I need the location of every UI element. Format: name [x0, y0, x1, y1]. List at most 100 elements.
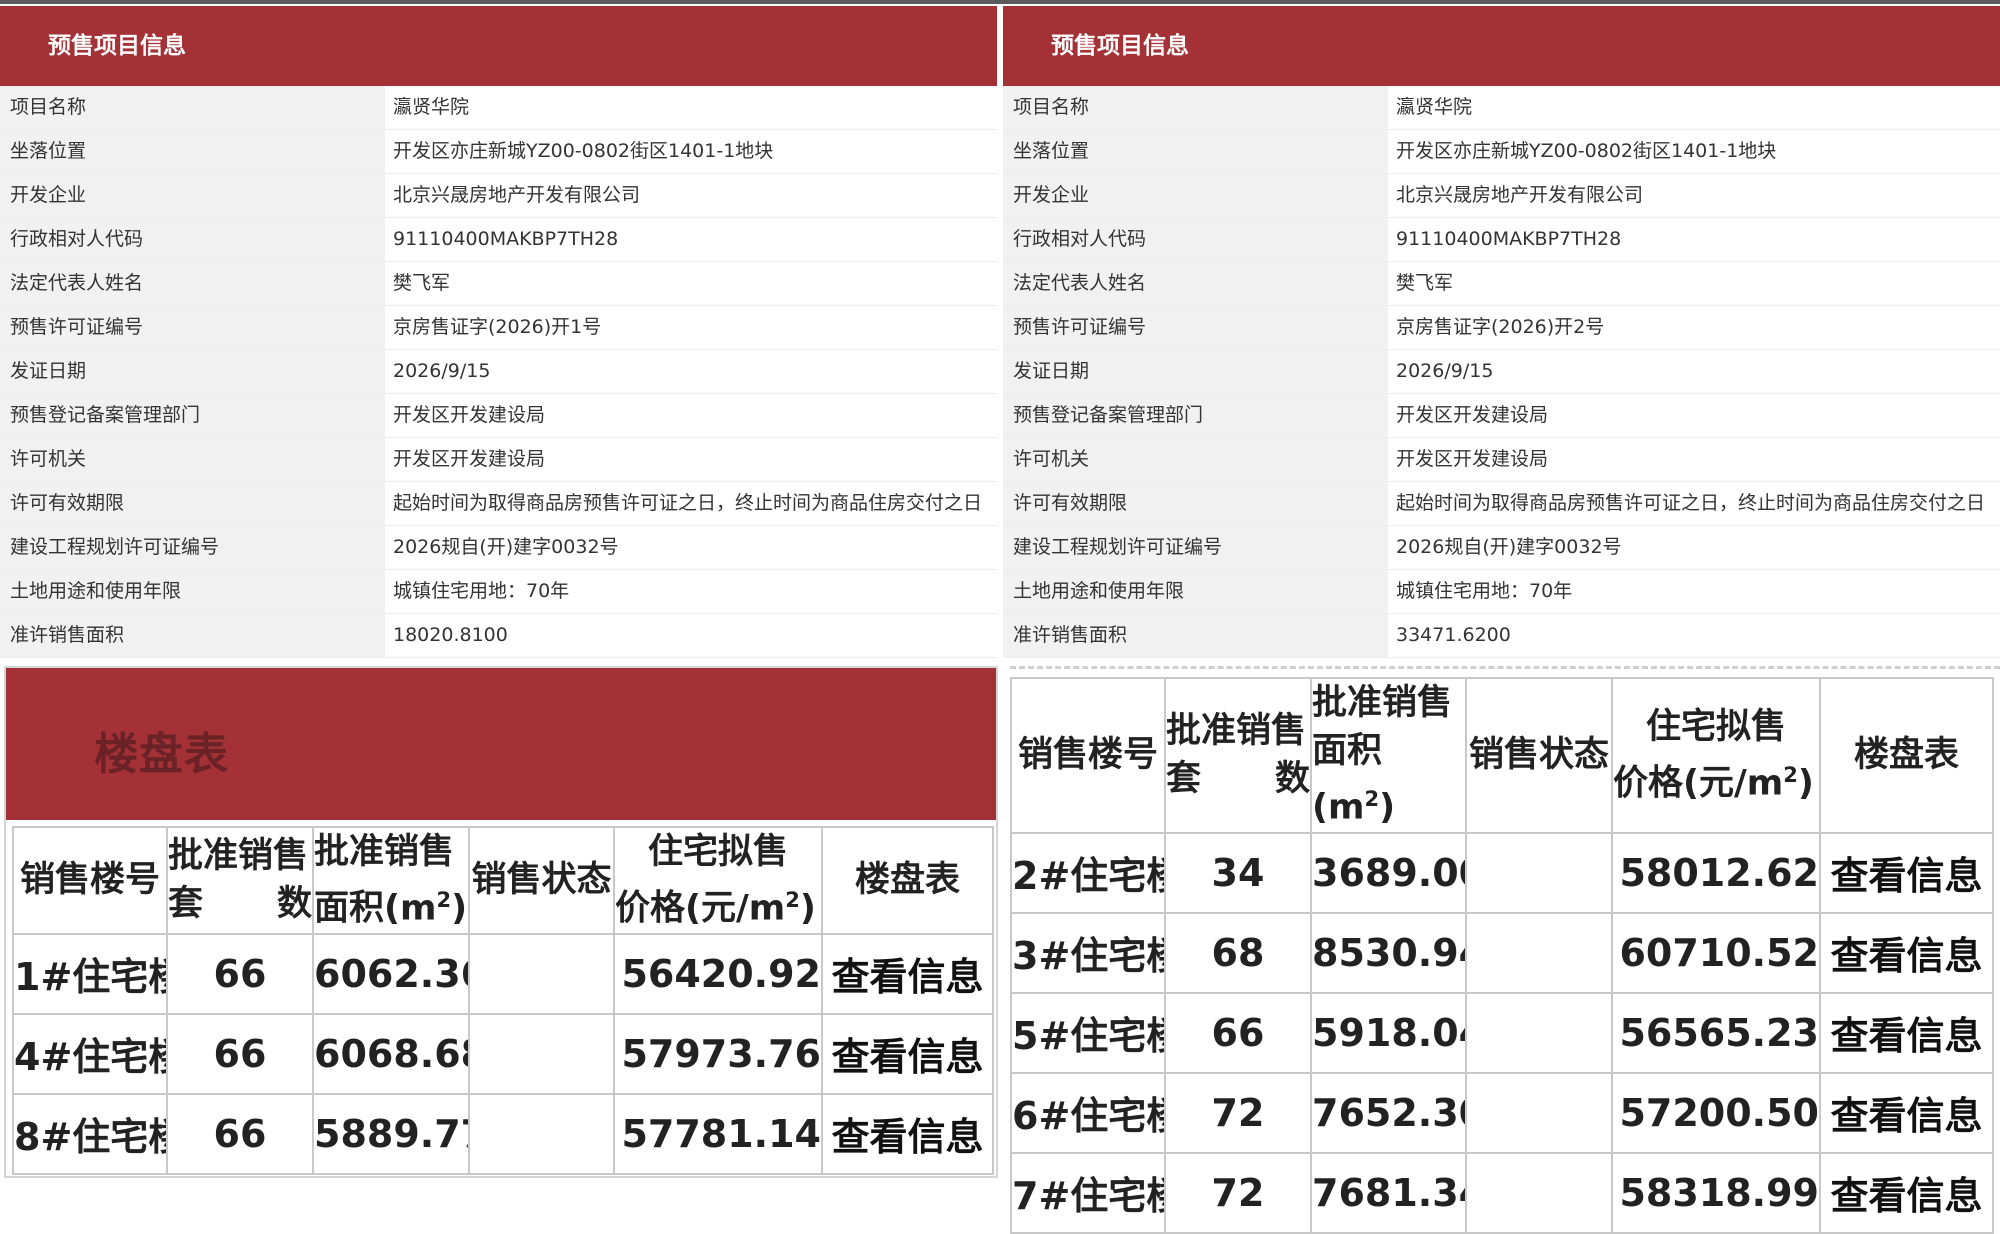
header-units-line2-right: 数: [1274, 759, 1310, 800]
info-row: 建设工程规划许可证编号 2026规自(开)建字0032号: [0, 526, 997, 570]
info-label: 坐落位置: [0, 130, 385, 173]
info-value: 开发区开发建设局: [385, 394, 997, 437]
header-price-line2: 价格(元/m2): [1614, 751, 1818, 808]
header-price-line1: 住宅拟售: [1645, 707, 1786, 747]
header-units-line2: 套数: [168, 880, 311, 928]
view-info-link[interactable]: 查看信息: [821, 932, 994, 1015]
info-row: 许可机关 开发区开发建设局: [1003, 438, 2000, 482]
header-approved-units: 批准销售套数: [166, 826, 314, 935]
info-value: 起始时间为取得商品房预售许可证之日，终止时间为商品住房交付之日: [385, 482, 997, 525]
info-label: 开发企业: [0, 174, 385, 217]
cell-building: 6#住宅楼: [1010, 1071, 1166, 1154]
table-header-row: 销售楼号 批准销售套数批准销售 面积(m2) 销售状态 住宅拟售 价格(元/m2) 楼盘表: [1010, 677, 1994, 834]
info-value: 91110400MAKBP7TH28: [1388, 218, 2000, 261]
info-value: 开发区亦庄新城YZ00-0802街区1401-1地块: [385, 130, 997, 173]
cell-units: 66: [166, 1092, 314, 1175]
info-value: 北京兴晟房地产开发有限公司: [1388, 174, 2000, 217]
table-row: 6#住宅楼727652.30 57200.50查看信息: [1010, 1071, 1994, 1154]
info-value: 樊飞军: [1388, 262, 2000, 305]
header-building-table: 楼盘表: [1819, 677, 1994, 834]
info-row: 预售许可证编号 京房售证字(2026)开1号: [0, 306, 997, 350]
view-info-link[interactable]: 查看信息: [821, 1092, 994, 1175]
info-row: 许可有效期限 起始时间为取得商品房预售许可证之日，终止时间为商品住房交付之日: [0, 482, 997, 526]
info-label: 土地用途和使用年限: [1003, 570, 1388, 613]
cell-area: 5918.04: [1310, 991, 1467, 1074]
sales-banner-title: 楼盘表: [94, 729, 229, 780]
info-value: 瀛贤华院: [385, 86, 997, 129]
cell-price: 60710.52: [1611, 911, 1821, 994]
info-label: 许可有效期限: [1003, 482, 1388, 525]
info-label: 许可机关: [0, 438, 385, 481]
table-row: 2#住宅楼343689.00 58012.62查看信息: [1010, 831, 1994, 914]
info-row: 项目名称 瀛贤华院: [1003, 86, 2000, 130]
view-info-link[interactable]: 查看信息: [1819, 831, 1994, 914]
info-row: 开发企业 北京兴晟房地产开发有限公司: [0, 174, 997, 218]
info-row: 土地用途和使用年限 城镇住宅用地：70年: [1003, 570, 2000, 614]
view-info-link[interactable]: 查看信息: [1819, 911, 1994, 994]
info-label: 开发企业: [1003, 174, 1388, 217]
info-value: 京房售证字(2026)开2号: [1388, 306, 2000, 349]
cell-status: [1465, 911, 1613, 994]
info-row: 行政相对人代码 91110400MAKBP7TH28: [1003, 218, 2000, 262]
info-row: 发证日期 2026/9/15: [0, 350, 997, 394]
header-price-line2: 价格(元/m2): [616, 876, 820, 932]
cell-price: 57973.76: [613, 1012, 823, 1095]
header-area-sup: 2: [436, 888, 452, 912]
sales-banner: 楼盘表: [6, 668, 996, 820]
table-row: 3#住宅楼688530.94 60710.52查看信息: [1010, 911, 1994, 994]
cell-price: 56420.92: [613, 932, 823, 1015]
info-row: 许可机关 开发区开发建设局: [0, 438, 997, 482]
info-label: 预售许可证编号: [0, 306, 385, 349]
header-price-sup: 2: [785, 888, 800, 912]
info-value: 开发区开发建设局: [1388, 394, 2000, 437]
header-building-table: 楼盘表: [821, 826, 994, 935]
info-label: 发证日期: [0, 350, 385, 393]
cell-units: 66: [166, 932, 314, 1015]
info-row: 预售登记备案管理部门 开发区开发建设局: [0, 394, 997, 438]
info-value: 91110400MAKBP7TH28: [385, 218, 997, 261]
cell-status: [468, 1092, 615, 1175]
info-label: 准许销售面积: [0, 614, 385, 657]
info-row: 坐落位置 开发区亦庄新城YZ00-0802街区1401-1地块: [1003, 130, 2000, 174]
info-label: 行政相对人代码: [1003, 218, 1388, 261]
header-units-line2-left: 套: [168, 884, 204, 925]
info-label: 行政相对人代码: [0, 218, 385, 261]
header-area-line1: 批准销售: [1312, 683, 1453, 723]
info-row: 坐落位置 开发区亦庄新城YZ00-0802街区1401-1地块: [0, 130, 997, 174]
cell-status: [1465, 1151, 1613, 1234]
header-price-close: ): [799, 888, 816, 929]
sales-panel-left: 楼盘表 销售楼号 批准销售套数批准销售 面积(m2) 销售状态 住宅拟售 价格(元/m2)…: [4, 666, 998, 1178]
sales-table: 销售楼号 批准销售套数批准销售 面积(m2) 销售状态 住宅拟售 价格(元/m2) 楼盘表 1…: [12, 826, 994, 1175]
info-row: 开发企业 北京兴晟房地产开发有限公司: [1003, 174, 2000, 218]
info-rows: 项目名称 瀛贤华院 坐落位置 开发区亦庄新城YZ00-0802街区1401-1地块 开发…: [0, 86, 997, 658]
header-area-line2: 面积(m2): [1313, 727, 1464, 831]
cell-building: 7#住宅楼: [1010, 1151, 1166, 1234]
cell-price: 58012.62: [1611, 831, 1821, 914]
header-price-sup: 2: [1783, 763, 1798, 787]
cell-area: 3689.00: [1310, 831, 1467, 914]
cell-price: 57781.14: [613, 1092, 823, 1175]
info-row: 建设工程规划许可证编号 2026规自(开)建字0032号: [1003, 526, 2000, 570]
info-row: 土地用途和使用年限 城镇住宅用地：70年: [0, 570, 997, 614]
info-label: 建设工程规划许可证编号: [1003, 526, 1388, 569]
info-value: 33471.6200: [1388, 614, 2000, 657]
view-info-link[interactable]: 查看信息: [821, 1012, 994, 1095]
view-info-link[interactable]: 查看信息: [1819, 991, 1994, 1074]
info-value: 2026/9/15: [385, 350, 997, 393]
info-value: 樊飞军: [385, 262, 997, 305]
header-sales-status: 销售状态: [468, 826, 615, 935]
header-approved-area: 批准销售 面积(m2): [1310, 677, 1467, 834]
info-value: 城镇住宅用地：70年: [385, 570, 997, 613]
cell-area: 8530.94: [1310, 911, 1467, 994]
cell-units: 34: [1164, 831, 1312, 914]
sales-panel-right: 销售楼号 批准销售套数批准销售 面积(m2) 销售状态 住宅拟售 价格(元/m2) 楼盘表 2…: [1010, 666, 2000, 1234]
info-row: 法定代表人姓名 樊飞军: [0, 262, 997, 306]
view-info-link[interactable]: 查看信息: [1819, 1071, 1994, 1154]
cell-area: 6062.36: [312, 932, 470, 1015]
info-label: 准许销售面积: [1003, 614, 1388, 657]
view-info-link[interactable]: 查看信息: [1819, 1151, 1994, 1234]
info-label: 法定代表人姓名: [0, 262, 385, 305]
cell-building: 5#住宅楼: [1010, 991, 1166, 1074]
cell-area: 5889.77: [312, 1092, 470, 1175]
header-area-close: ): [451, 888, 468, 929]
